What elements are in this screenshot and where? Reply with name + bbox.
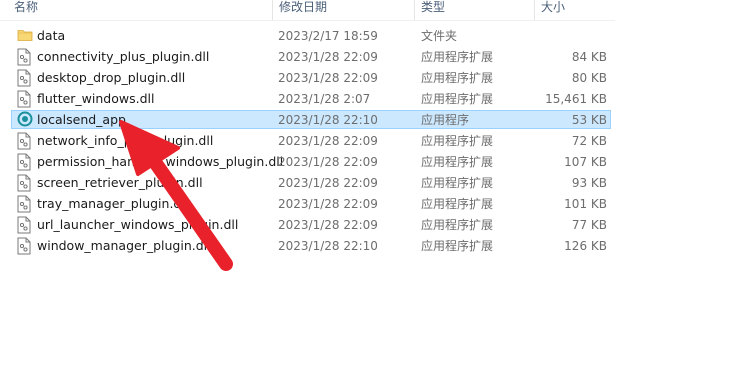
file-name[interactable]: localsend_app: [37, 110, 272, 131]
file-date: 2023/1/28 22:09: [278, 50, 378, 64]
dll-file-icon: [17, 132, 33, 151]
file-row[interactable]: data 2023/2/17 18:59 文件夹: [0, 26, 735, 47]
file-type: 应用程序扩展: [421, 176, 494, 190]
file-date: 2023/1/28 22:09: [278, 197, 378, 211]
file-date: 2023/1/28 22:09: [278, 176, 378, 190]
file-row[interactable]: desktop_drop_plugin.dll 2023/1/28 22:09 应用…: [0, 68, 735, 89]
file-type: 应用程序: [421, 113, 470, 127]
file-row[interactable]: connectivity_plus_plugin.dll 2023/1/28 22…: [0, 47, 735, 68]
file-name[interactable]: permission_handler_windows_plugin.dll: [37, 152, 283, 173]
file-date: 2023/1/28 22:10: [278, 113, 378, 127]
file-size: 80 KB: [571, 71, 607, 85]
column-header-type[interactable]: 类型: [414, 0, 534, 20]
file-row[interactable]: localsend_app 2023/1/28 22:10 应用程序 53 KB: [0, 110, 735, 131]
file-row[interactable]: screen_retriever_plugin.dll 2023/1/28 22:…: [0, 173, 735, 194]
file-row[interactable]: window_manager_plugin.dll 2023/1/28 22:10…: [0, 236, 735, 257]
file-type: 应用程序扩展: [421, 218, 494, 232]
file-size: 93 KB: [571, 176, 607, 190]
file-name[interactable]: network_info_plus_plugin.dll: [37, 131, 272, 152]
file-name[interactable]: tray_manager_plugin.dll: [37, 194, 272, 215]
file-date: 2023/1/28 2:07: [278, 92, 371, 106]
file-name[interactable]: flutter_windows.dll: [37, 89, 272, 110]
file-type: 应用程序扩展: [421, 134, 494, 148]
file-date: 2023/1/28 22:09: [278, 71, 378, 85]
file-type: 应用程序扩展: [421, 155, 494, 169]
file-type: 应用程序扩展: [421, 92, 494, 106]
file-type: 应用程序扩展: [421, 50, 494, 64]
file-size: 15,461 KB: [545, 92, 607, 106]
folder-icon: [17, 27, 33, 46]
dll-file-icon: [17, 174, 33, 193]
column-header-date[interactable]: 修改日期: [272, 0, 414, 20]
file-explorer: 名称 修改日期 类型 大小 data 2023/2/17 18:59 文件夹 conn…: [0, 0, 735, 383]
file-name[interactable]: connectivity_plus_plugin.dll: [37, 47, 272, 68]
file-size: 53 KB: [571, 113, 607, 127]
file-row[interactable]: url_launcher_windows_plugin.dll 2023/1/28…: [0, 215, 735, 236]
file-size: 84 KB: [571, 50, 607, 64]
file-date: 2023/2/17 18:59: [278, 29, 378, 43]
app-icon: [17, 111, 33, 130]
file-date: 2023/1/28 22:09: [278, 218, 378, 232]
file-row[interactable]: tray_manager_plugin.dll 2023/1/28 22:09 应用…: [0, 194, 735, 215]
file-name[interactable]: screen_retriever_plugin.dll: [37, 173, 272, 194]
column-header-bar: 名称 修改日期 类型 大小: [0, 0, 615, 21]
dll-file-icon: [17, 90, 33, 109]
file-size: [534, 26, 607, 47]
file-name[interactable]: url_launcher_windows_plugin.dll: [37, 215, 272, 236]
file-type: 文件夹: [421, 29, 458, 43]
file-type: 应用程序扩展: [421, 197, 494, 211]
dll-file-icon: [17, 216, 33, 235]
dll-file-icon: [17, 195, 33, 214]
file-date: 2023/1/28 22:09: [278, 134, 378, 148]
file-name[interactable]: window_manager_plugin.dll: [37, 236, 272, 257]
file-size: 77 KB: [571, 218, 607, 232]
dll-file-icon: [17, 237, 33, 256]
file-row[interactable]: permission_handler_windows_plugin.dll 202…: [0, 152, 735, 173]
file-size: 72 KB: [571, 134, 607, 148]
file-date: 2023/1/28 22:10: [278, 239, 378, 253]
file-row[interactable]: network_info_plus_plugin.dll 2023/1/28 22…: [0, 131, 735, 152]
file-type: 应用程序扩展: [421, 239, 494, 253]
file-size: 101 KB: [564, 197, 607, 211]
file-size: 126 KB: [564, 239, 607, 253]
file-date: 2023/1/28 22:09: [278, 155, 378, 169]
dll-file-icon: [17, 153, 33, 172]
file-name[interactable]: desktop_drop_plugin.dll: [37, 68, 272, 89]
file-type: 应用程序扩展: [421, 71, 494, 85]
file-size: 107 KB: [564, 155, 607, 169]
file-name[interactable]: data: [37, 26, 272, 47]
file-list: data 2023/2/17 18:59 文件夹 connectivity_plus_…: [0, 26, 735, 257]
column-header-name[interactable]: 名称: [10, 0, 272, 20]
file-row[interactable]: flutter_windows.dll 2023/1/28 2:07 应用程序扩展 1…: [0, 89, 735, 110]
dll-file-icon: [17, 69, 33, 88]
column-header-size[interactable]: 大小: [534, 0, 614, 20]
dll-file-icon: [17, 48, 33, 67]
